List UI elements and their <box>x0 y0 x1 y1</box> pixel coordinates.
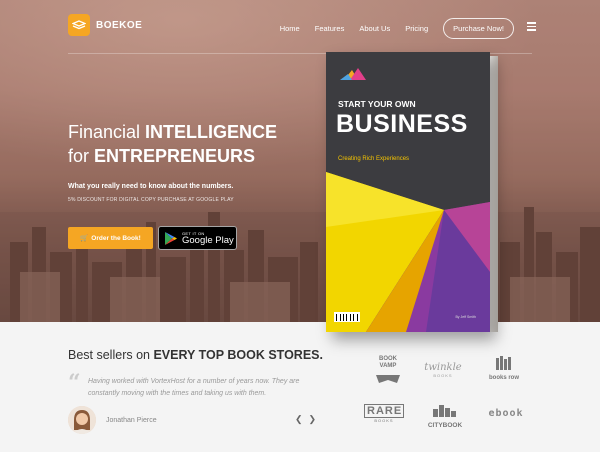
quote-icon: “ <box>68 370 81 396</box>
book-title: BUSINESS <box>336 110 468 138</box>
store-logo-books-row[interactable]: books row <box>482 356 526 381</box>
testimonial-nav: ❮ ❯ <box>295 414 316 425</box>
store-logo-citybook[interactable]: CITYBOOK <box>422 404 468 429</box>
brand-name: BOEKOE <box>96 19 143 31</box>
book-icon <box>68 14 90 36</box>
testimonial-text: Having worked with VortexHost for a numb… <box>88 378 300 397</box>
book-spine <box>490 56 498 332</box>
google-play-icon <box>165 231 177 245</box>
store-logos: BOOK VAMP twinkle BOOKS books row RARE B… <box>360 356 530 436</box>
discount-text: 5% DISCOUNT FOR DIGITAL COPY PURCHASE AT… <box>68 197 234 203</box>
citybook-icon <box>433 405 456 417</box>
bestsellers-heading: Best sellers on EVERY TOP BOOK STORES. <box>68 348 323 362</box>
testimonial-author: Jonathan Pierce <box>106 417 157 424</box>
store-logo-rare-books[interactable]: RARE BOOKS <box>364 404 404 423</box>
store-logo-book-vamp[interactable]: BOOK VAMP <box>368 356 408 388</box>
book-title-top: START YOUR OWN <box>338 99 416 109</box>
google-play-button[interactable]: GET IT ON Google Play <box>158 226 237 250</box>
cart-icon: 🛒 <box>80 235 89 242</box>
nav-home[interactable]: Home <box>280 24 300 33</box>
avatar <box>68 406 96 434</box>
hero-headline: Financial INTELLIGENCE for ENTREPRENEURS <box>68 122 278 166</box>
nav-pricing[interactable]: Pricing <box>405 24 428 33</box>
nav-about-us[interactable]: About Us <box>359 24 390 33</box>
book-cover-image: START YOUR OWN BUSINESS Creating Rich Ex… <box>326 52 490 332</box>
main-nav: Home Features About Us Pricing Purchase … <box>280 18 514 39</box>
books-row-icon <box>496 356 511 370</box>
store-logo-twinkle[interactable]: twinkle BOOKS <box>420 362 466 378</box>
store-logo-ebook[interactable]: ebook <box>484 408 528 419</box>
brand-logo[interactable]: BOEKOE <box>68 14 142 36</box>
purchase-now-button[interactable]: Purchase Now! <box>443 18 514 39</box>
book-author: By Jeff Smith <box>455 315 476 319</box>
gplay-big-label: Google Play <box>182 234 234 246</box>
book-cover-shapes <box>326 68 490 332</box>
book-tagline: Creating Rich Experiences <box>338 156 410 162</box>
menu-icon[interactable] <box>527 22 536 33</box>
chevron-right-icon[interactable]: ❯ <box>309 414 317 425</box>
hero-subtitle: What you really need to know about the n… <box>68 183 234 190</box>
order-book-button[interactable]: 🛒 Order the Book! <box>68 227 153 249</box>
chevron-left-icon[interactable]: ❮ <box>295 414 303 425</box>
barcode-icon <box>334 312 360 322</box>
nav-features[interactable]: Features <box>315 24 345 33</box>
book-vamp-icon <box>376 375 400 383</box>
